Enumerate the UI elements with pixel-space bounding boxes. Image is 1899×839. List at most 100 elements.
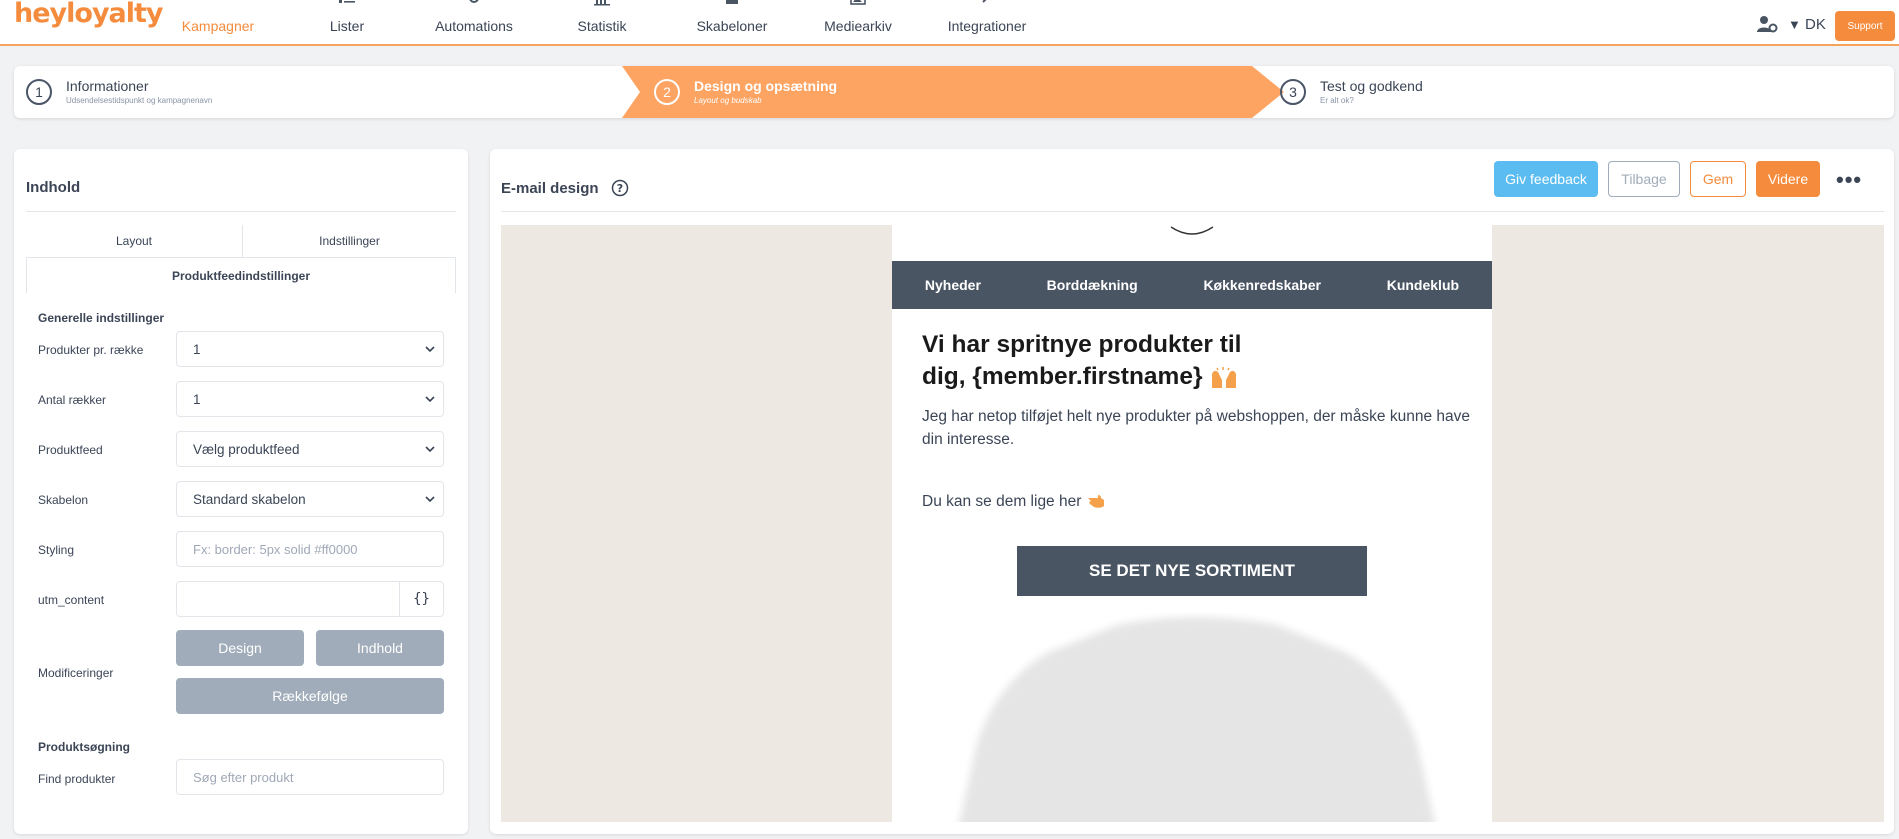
section-title-general: Generelle indstillinger <box>38 311 165 325</box>
email-menu-item[interactable]: Nyheder <box>925 277 981 293</box>
email-design-panel: E-mail design ? Giv feedback Tilbage Gem… <box>490 149 1894 834</box>
label-productfeed: Produktfeed <box>38 443 103 457</box>
plug-icon <box>982 0 987 3</box>
email-heading[interactable]: Vi har spritnye produkter til dig, {memb… <box>922 329 1322 393</box>
email-heading-line: dig, {member.firstname} <box>922 363 1203 390</box>
template-select[interactable]: Standard skabelon <box>176 481 444 517</box>
email-body-text-2-label: Du kan se dem lige her <box>922 493 1082 510</box>
heyloyalty-logo[interactable]: heyloyalty <box>14 0 164 29</box>
step-subtitle: Udsendelsestidspunkt og kampagnenavn <box>66 96 213 105</box>
top-navbar: heyloyalty Kampagner Lister Automations … <box>0 0 1899 46</box>
nav-label: Lister <box>329 18 365 34</box>
divider <box>26 211 456 212</box>
email-menu-item[interactable]: Køkkenredskaber <box>1203 277 1321 293</box>
product-image-placeholder <box>959 617 1435 822</box>
nav-label: Statistik <box>577 18 627 34</box>
email-canvas: Nyheder Borddækning Køkkenredskaber Kund… <box>501 225 1884 822</box>
order-button[interactable]: Rækkefølge <box>176 678 444 714</box>
rows-select[interactable]: 1 <box>176 381 444 417</box>
chevron-down-icon <box>425 446 435 453</box>
step-title: Design og opsætning <box>694 78 838 94</box>
chevron-down-icon <box>425 346 435 353</box>
label-utm-content: utm_content <box>38 593 105 607</box>
nav-item-integrationer[interactable]: Integrationer <box>944 0 1030 44</box>
step-number: 1 <box>26 79 52 105</box>
panel-title-text: E-mail design <box>501 179 599 197</box>
logo-arc-graphic <box>1170 226 1214 235</box>
more-options-icon[interactable]: ••• <box>1836 167 1862 193</box>
email-menu-bar: Nyheder Borddækning Køkkenredskaber Kund… <box>892 261 1492 309</box>
styling-input[interactable]: Fx: border: 5px solid #ff0000 <box>176 531 444 567</box>
svg-text:?: ? <box>616 182 622 195</box>
step-subtitle: Layout og budskab <box>694 96 762 105</box>
nav-label: Mediearkiv <box>824 18 892 34</box>
content-settings-panel: Indhold Layout Indstillinger Produktfeed… <box>14 149 468 834</box>
email-menu-item[interactable]: Borddækning <box>1047 277 1138 293</box>
support-button[interactable]: Support <box>1835 11 1895 41</box>
productfeed-select[interactable]: Vælg produktfeed <box>176 431 444 467</box>
help-circle-icon[interactable]: ? <box>611 179 629 197</box>
panel-title: E-mail design ? <box>501 179 629 197</box>
select-value: 1 <box>193 391 201 407</box>
design-button[interactable]: Design <box>176 630 304 666</box>
section-title-product-search: Produktsøgning <box>38 740 130 754</box>
language-label: DK <box>1805 16 1826 33</box>
products-per-row-select[interactable]: 1 <box>176 331 444 367</box>
step-title: Test og godkend <box>1320 78 1423 94</box>
campaign-stepper: 1 Informationer Udsendelsestidspunkt og … <box>14 66 1894 118</box>
chevron-down-icon <box>425 496 435 503</box>
divider <box>501 211 1884 212</box>
save-button[interactable]: Gem <box>1690 161 1746 197</box>
user-settings-icon[interactable] <box>1756 14 1778 34</box>
give-feedback-button[interactable]: Giv feedback <box>1494 161 1598 197</box>
bar-chart-icon <box>594 0 610 6</box>
step-design[interactable]: 2 Design og opsætning Layout og budskab <box>654 66 837 118</box>
back-button[interactable]: Tilbage <box>1608 161 1680 197</box>
tab-indstillinger[interactable]: Indstillinger <box>243 225 456 257</box>
nav-label: Automations <box>435 18 513 34</box>
caret-down-icon: ▼ <box>1788 17 1801 32</box>
tab-layout[interactable]: Layout <box>26 225 243 257</box>
product-search-input[interactable]: Søg efter produkt <box>176 759 444 795</box>
language-selector[interactable]: ▼ DK <box>1788 16 1826 33</box>
select-value: Standard skabelon <box>193 491 306 507</box>
chevron-down-icon <box>425 396 435 403</box>
step-test[interactable]: 3 Test og godkend Er alt ok? <box>1280 66 1423 118</box>
megaphone-icon <box>210 0 226 6</box>
gears-icon <box>469 0 479 3</box>
step-number: 2 <box>654 79 680 105</box>
select-value: 1 <box>193 341 201 357</box>
email-heading-line: Vi har spritnye produkter til <box>922 331 1242 358</box>
label-template: Skabelon <box>38 493 89 507</box>
label-rows: Antal rækker <box>38 393 107 407</box>
nav-item-automations[interactable]: Automations <box>430 0 518 44</box>
nav-item-mediearkiv[interactable]: Mediearkiv <box>820 0 896 44</box>
tab-produktfeedindstillinger[interactable]: Produktfeedindstillinger <box>26 257 456 293</box>
utm-content-input[interactable]: {} <box>176 581 444 617</box>
step-number: 3 <box>1280 79 1306 105</box>
email-body-text-2[interactable]: Du kan se dem lige her <box>922 493 1106 511</box>
step-informationer[interactable]: 1 Informationer Udsendelsestidspunkt og … <box>26 66 212 118</box>
nav-item-kampagner[interactable]: Kampagner <box>176 0 260 44</box>
merge-tags-button[interactable]: {} <box>399 582 443 616</box>
nav-item-lister[interactable]: Lister <box>320 0 374 44</box>
email-menu-item[interactable]: Kundeklub <box>1387 277 1459 293</box>
nav-item-skabeloner[interactable]: Skabeloner <box>692 0 772 44</box>
step-title: Informationer <box>66 78 149 94</box>
cta-button[interactable]: SE DET NYE SORTIMENT <box>1017 546 1367 596</box>
panel-title: Indhold <box>26 179 81 196</box>
label-styling: Styling <box>38 543 75 557</box>
label-find-products: Find produkter <box>38 772 116 786</box>
template-icon <box>726 0 738 4</box>
nav-label: Integrationer <box>947 18 1027 34</box>
nav-item-statistik[interactable]: Statistik <box>572 0 632 44</box>
nav-label: Skabeloner <box>696 18 768 34</box>
label-modifications: Modificeringer <box>38 666 114 680</box>
content-button[interactable]: Indhold <box>316 630 444 666</box>
email-preview[interactable]: Nyheder Borddækning Køkkenredskaber Kund… <box>892 225 1492 822</box>
select-value: Vælg produktfeed <box>193 441 300 457</box>
raised-hands-icon <box>1212 366 1237 388</box>
email-body-text[interactable]: Jeg har netop tilføjet helt nye produkte… <box>922 405 1482 451</box>
pointing-hand-icon <box>1087 494 1104 508</box>
next-button[interactable]: Videre <box>1756 161 1820 197</box>
